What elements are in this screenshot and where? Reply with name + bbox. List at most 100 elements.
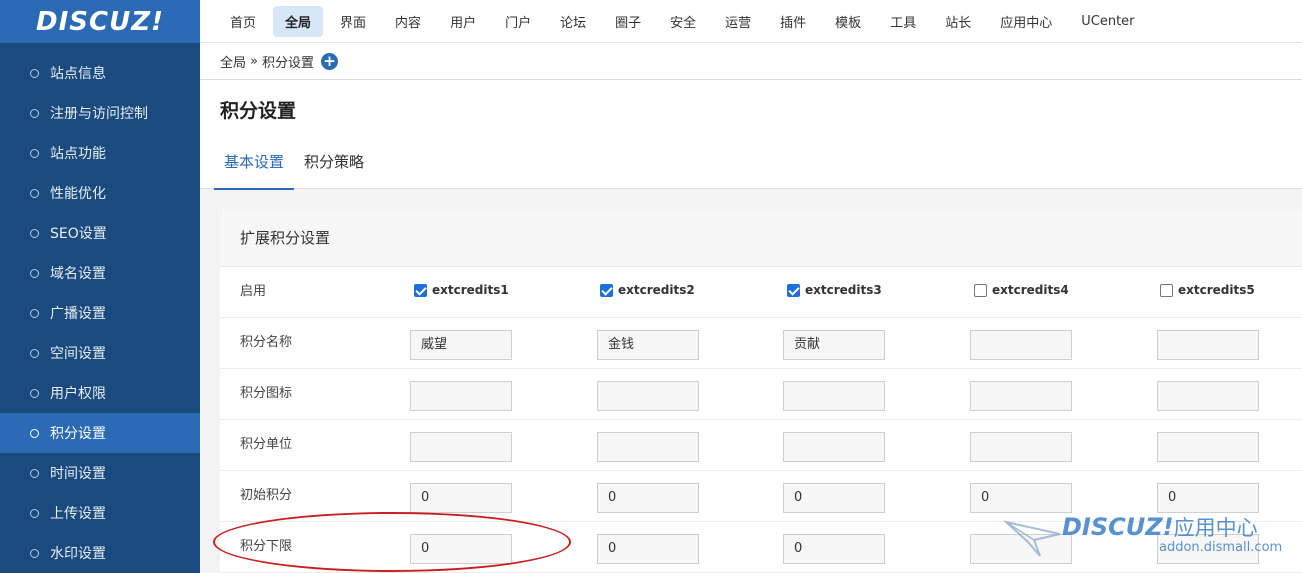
sidebar-item-seo[interactable]: SEO设置 <box>0 213 200 253</box>
nav-ucenter[interactable]: UCenter <box>1069 8 1146 35</box>
credit-unit-input-2[interactable] <box>597 432 699 462</box>
sidebar-item-site-features[interactable]: 站点功能 <box>0 133 200 173</box>
circle-icon <box>30 348 39 358</box>
checkbox-checked-icon[interactable] <box>787 283 800 297</box>
credit-name-input-5[interactable] <box>1157 330 1259 360</box>
sidebar-item-register-access[interactable]: 注册与访问控制 <box>0 93 200 133</box>
lower-limit-input-2[interactable]: 0 <box>597 534 699 564</box>
add-shortcut-icon[interactable]: + <box>321 52 338 70</box>
initial-credit-input-3[interactable]: 0 <box>783 483 885 513</box>
credit-name-input-1[interactable]: 威望 <box>410 330 512 360</box>
enable-checkbox-extcredits4[interactable]: extcredits4 <box>974 283 1069 297</box>
sidebar-item-credits[interactable]: 积分设置 <box>0 413 200 453</box>
sidebar-item-time[interactable]: 时间设置 <box>0 453 200 493</box>
page-title: 积分设置 <box>220 100 297 122</box>
enable-checkbox-extcredits1[interactable]: extcredits1 <box>414 283 509 297</box>
credit-unit-input-5[interactable] <box>1157 432 1259 462</box>
circle-icon <box>30 188 39 198</box>
table-row-credit-name: 积分名称 威望 金钱 贡献 <box>220 318 1302 369</box>
lower-limit-input-1[interactable]: 0 <box>410 534 512 564</box>
circle-icon <box>30 108 39 118</box>
breadcrumb-root[interactable]: 全局 <box>220 52 246 71</box>
tab-basic-settings[interactable]: 基本设置 <box>214 142 295 190</box>
checkbox-unchecked-icon[interactable] <box>1160 283 1173 297</box>
circle-icon <box>30 308 39 318</box>
sidebar-item-performance[interactable]: 性能优化 <box>0 173 200 213</box>
lower-limit-input-5[interactable] <box>1157 534 1259 564</box>
nav-app-center[interactable]: 应用中心 <box>988 6 1064 37</box>
sidebar-item-space[interactable]: 空间设置 <box>0 333 200 373</box>
credit-unit-input-1[interactable] <box>410 432 512 462</box>
nav-portal[interactable]: 门户 <box>493 6 543 37</box>
initial-credit-input-4[interactable]: 0 <box>970 483 1072 513</box>
nav-global[interactable]: 全局 <box>273 5 324 37</box>
table-row-enable: 启用 extcredits1 extcredits2 extcredits3 e… <box>220 267 1302 318</box>
row-label: 积分名称 <box>240 335 293 350</box>
tab-credit-policy[interactable]: 积分策略 <box>294 142 374 190</box>
initial-credit-input-1[interactable]: 0 <box>410 483 512 513</box>
enable-checkbox-extcredits5[interactable]: extcredits5 <box>1160 283 1255 297</box>
nav-webmaster[interactable]: 站长 <box>933 6 983 37</box>
enable-checkbox-extcredits3[interactable]: extcredits3 <box>787 283 882 297</box>
checkbox-checked-icon[interactable] <box>600 283 613 297</box>
sidebar-item-domain[interactable]: 域名设置 <box>0 253 200 293</box>
credit-icon-input-1[interactable] <box>410 381 512 411</box>
table-row-credit-unit: 积分单位 <box>220 420 1302 471</box>
credit-icon-input-3[interactable] <box>783 381 885 411</box>
sidebar-item-site-info[interactable]: 站点信息 <box>0 53 200 93</box>
circle-icon <box>30 228 39 238</box>
circle-icon <box>30 388 39 398</box>
nav-plugins[interactable]: 插件 <box>768 6 818 37</box>
nav-security[interactable]: 安全 <box>658 6 708 37</box>
nav-home[interactable]: 首页 <box>218 6 268 37</box>
sidebar-item-user-permissions[interactable]: 用户权限 <box>0 373 200 413</box>
logo[interactable]: DISCUZ! <box>0 0 200 43</box>
circle-icon <box>30 148 39 158</box>
credit-icon-input-4[interactable] <box>970 381 1072 411</box>
credit-name-input-2[interactable]: 金钱 <box>597 330 699 360</box>
circle-icon <box>30 428 39 438</box>
breadcrumb: 全局 » 积分设置 + <box>200 43 1302 80</box>
circle-icon <box>30 268 39 278</box>
initial-credit-input-2[interactable]: 0 <box>597 483 699 513</box>
nav-groups[interactable]: 圈子 <box>603 6 653 37</box>
credit-icon-input-5[interactable] <box>1157 381 1259 411</box>
sidebar-item-upload[interactable]: 上传设置 <box>0 493 200 533</box>
sidebar: DISCUZ! 站点信息 注册与访问控制 站点功能 性能优化 SEO设置 域名设… <box>0 0 200 573</box>
nav-interface[interactable]: 界面 <box>328 6 378 37</box>
nav-tools[interactable]: 工具 <box>878 6 928 37</box>
row-label: 积分图标 <box>240 386 293 401</box>
lower-limit-input-3[interactable]: 0 <box>783 534 885 564</box>
enable-checkbox-extcredits2[interactable]: extcredits2 <box>600 283 695 297</box>
row-label: 积分单位 <box>240 437 293 452</box>
credit-unit-input-3[interactable] <box>783 432 885 462</box>
nav-operations[interactable]: 运营 <box>713 6 763 37</box>
checkbox-checked-icon[interactable] <box>414 283 427 297</box>
circle-icon <box>30 508 39 518</box>
tab-bar: 基本设置 积分策略 <box>214 142 374 190</box>
credit-icon-input-2[interactable] <box>597 381 699 411</box>
credit-unit-input-4[interactable] <box>970 432 1072 462</box>
circle-icon <box>30 548 39 558</box>
sidebar-item-watermark[interactable]: 水印设置 <box>0 533 200 573</box>
nav-templates[interactable]: 模板 <box>823 6 873 37</box>
nav-content[interactable]: 内容 <box>383 6 433 37</box>
table-row-initial-credit: 初始积分 0 0 0 0 0 <box>220 471 1302 522</box>
breadcrumb-separator: » <box>250 53 258 69</box>
checkbox-unchecked-icon[interactable] <box>974 283 987 297</box>
lower-limit-input-4[interactable] <box>970 534 1072 564</box>
nav-users[interactable]: 用户 <box>438 6 488 37</box>
circle-icon <box>30 468 39 478</box>
panel-title: 扩展积分设置 <box>220 209 1302 267</box>
sidebar-item-broadcast[interactable]: 广播设置 <box>0 293 200 333</box>
page-header: 积分设置 基本设置 积分策略 <box>200 80 1302 190</box>
row-label: 初始积分 <box>240 488 293 503</box>
top-nav: 首页 全局 界面 内容 用户 门户 论坛 圈子 安全 运营 插件 模板 工具 站… <box>200 0 1302 43</box>
initial-credit-input-5[interactable]: 0 <box>1157 483 1259 513</box>
nav-forum[interactable]: 论坛 <box>548 6 598 37</box>
credit-name-input-3[interactable]: 贡献 <box>783 330 885 360</box>
table-row-credit-icon: 积分图标 <box>220 369 1302 420</box>
credit-name-input-4[interactable] <box>970 330 1072 360</box>
row-label: 积分下限 <box>240 539 293 554</box>
logo-text: DISCUZ! <box>36 6 164 37</box>
